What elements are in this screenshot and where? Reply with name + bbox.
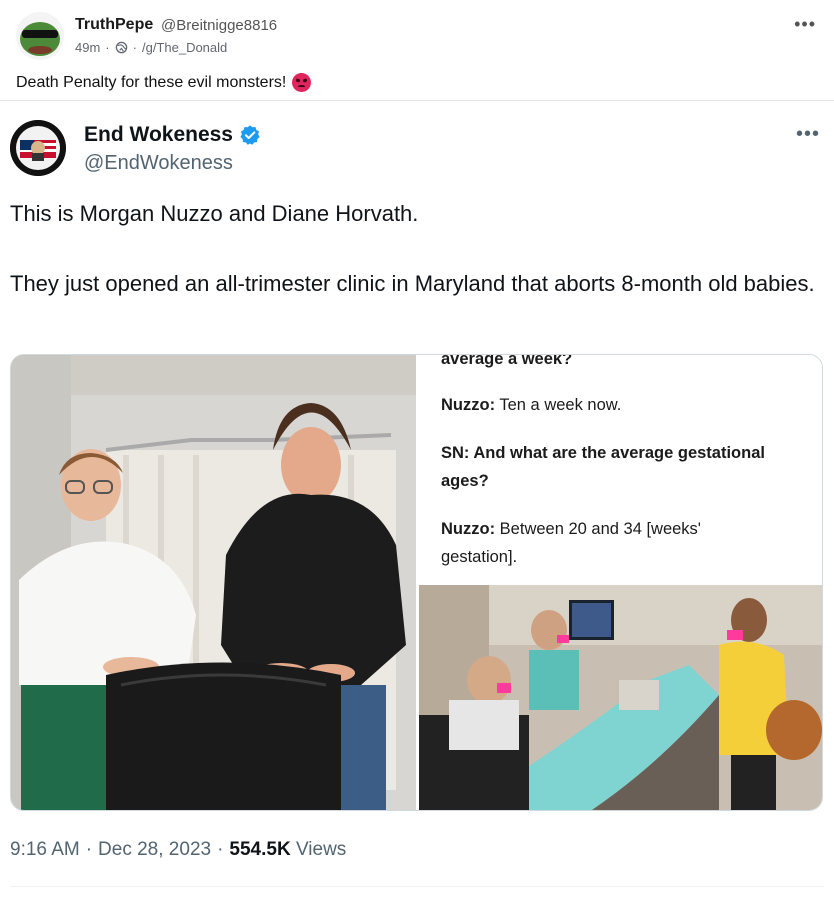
time-ago: 49m bbox=[75, 40, 101, 55]
outer-post-body: Death Penalty for these evil monsters! bbox=[16, 73, 287, 91]
tweet-bottom-divider bbox=[10, 886, 824, 887]
views-label: Views bbox=[295, 839, 347, 860]
meta-separator: · bbox=[105, 40, 110, 55]
interview-answer-2: Nuzzo: Between 20 and 34 [weeks' gestati… bbox=[441, 520, 701, 566]
interview-question-2: SN: And what are the average gestational… bbox=[441, 444, 765, 490]
angry-face-icon bbox=[292, 73, 312, 92]
more-horizontal-icon[interactable]: ••• bbox=[794, 14, 816, 35]
tweet-text-line2: They just opened an all-trimester clinic… bbox=[10, 271, 815, 296]
outer-author-name[interactable]: TruthPepe bbox=[75, 16, 153, 34]
outer-post-text: Death Penalty for these evil monsters! bbox=[16, 73, 312, 92]
meta-separator: · bbox=[132, 40, 137, 55]
verified-badge-icon bbox=[240, 125, 260, 145]
timestamp-separator: · bbox=[217, 839, 224, 860]
globe-icon bbox=[115, 41, 127, 54]
pepe-avatar[interactable] bbox=[16, 12, 64, 60]
tweet-timestamp: 9:16 AM · Dec 28, 2023 · 554.5K Views bbox=[10, 839, 346, 861]
views-count: 554.5K bbox=[229, 839, 291, 860]
tweet-media-grid[interactable]: average a week? Nuzzo: Ten a week now. S… bbox=[10, 354, 823, 811]
tweet-author-handle[interactable]: @EndWokeness bbox=[84, 152, 233, 175]
photo-two-women[interactable] bbox=[11, 355, 416, 810]
tweet-author-name-text[interactable]: End Wokeness bbox=[84, 123, 233, 147]
interview-screenshot[interactable]: average a week? Nuzzo: Ten a week now. S… bbox=[419, 355, 822, 582]
tweet-text-line1: This is Morgan Nuzzo and Diane Horvath. bbox=[10, 201, 419, 226]
outer-post-meta: 49m · · /g/The_Donald bbox=[75, 40, 227, 55]
interview-partial-line: average a week? bbox=[441, 355, 573, 368]
tweet-date[interactable]: Dec 28, 2023 bbox=[98, 839, 211, 861]
interview-answer-1: Nuzzo: Ten a week now. bbox=[441, 396, 622, 414]
more-horizontal-icon[interactable]: ••• bbox=[796, 123, 820, 146]
tweet-time[interactable]: 9:16 AM bbox=[10, 839, 80, 861]
embedded-tweet[interactable]: End Wokeness @EndWokeness ••• This is Mo… bbox=[0, 101, 834, 904]
community-link[interactable]: /g/The_Donald bbox=[142, 40, 227, 55]
outer-post-header: TruthPepe @Breitnigge8816 49m · · /g/The… bbox=[0, 0, 834, 92]
timestamp-separator: · bbox=[85, 839, 93, 860]
photo-clinic-reception[interactable] bbox=[419, 585, 822, 810]
outer-author-handle[interactable]: @Breitnigge8816 bbox=[161, 17, 277, 34]
endwokeness-avatar[interactable] bbox=[10, 120, 66, 176]
tweet-author-name[interactable]: End Wokeness bbox=[84, 123, 261, 147]
